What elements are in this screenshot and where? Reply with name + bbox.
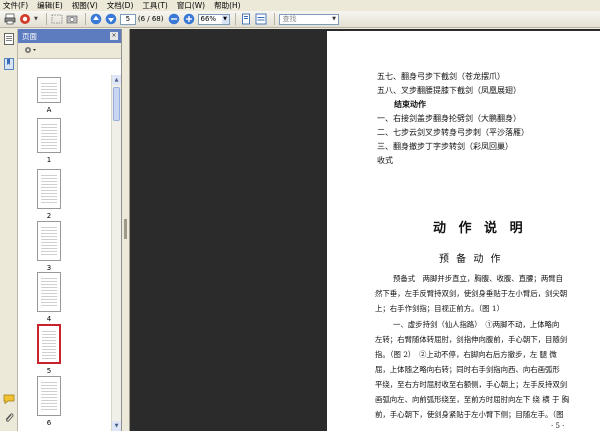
page-thumbnail[interactable] [37,272,61,312]
panel-splitter[interactable] [122,29,130,431]
scrollbar-thumb[interactable] [113,87,120,121]
page-thumbnail[interactable] [37,221,61,261]
pages-panel-tools [18,43,121,59]
attachment-icon[interactable] [3,412,15,424]
previous-page-icon[interactable] [90,13,102,25]
thumbnail-label: 6 [46,419,52,427]
snapshot-icon[interactable] [66,13,78,25]
document-view: 五七、翻身弓步下截剑（苍龙摆爪） 五八、叉步翻腰提膝下截剑（凤凰展翅） 结束动作… [130,29,600,431]
paragraph-line: 平绕，至右方时屈肘收至右额侧，手心朝上；左手反持双剑 [375,380,568,389]
options-icon[interactable] [24,45,38,57]
paragraph-line: 画弧向左、向前弧形绕至，至前方时屈肘向左下 绕 横 于 胸 [375,395,570,404]
bookmarks-icon[interactable] [3,58,15,70]
page-thumbnail-selected[interactable] [37,324,61,364]
pages-panel-title: 页面 [22,31,37,41]
thumbnails-scrollbar[interactable]: ▲ ▼ [111,75,121,431]
menu-tools[interactable]: 工具(T) [142,0,167,11]
paragraph-line: 屈，上体随之略向右转；同时右手剑指向西、向右画弧形 [375,365,560,374]
menu-file[interactable]: 文件(F) [3,0,28,11]
thumbnail-label: A [46,106,52,114]
paragraph-line: 预备式 两脚并步直立，胸腹、收腹、直腰；两臂自 [393,274,563,283]
zoom-in-icon[interactable] [183,13,195,25]
thumbnail-label: 1 [46,156,52,164]
thumbnail-preview [41,122,57,149]
thumbnail-label: 3 [46,264,52,272]
fit-width-icon[interactable] [255,13,267,25]
search-input[interactable]: 查找 ▼ [278,13,339,25]
thumbnail-preview [42,329,56,359]
toc-line: 三、翻身撤步丁字步转剑（彩凤回巢） [377,142,513,151]
thumbnail-preview [41,173,57,205]
select-tool-icon[interactable] [51,13,63,25]
paragraph-line: 上；右手作剑指；目视正前方。（图 1） [375,304,504,313]
menu-edit[interactable]: 编辑(E) [37,0,63,11]
toc-line: 五八、叉步翻腰提膝下截剑（凤凰展翅） [377,86,521,95]
search-placeholder: 查找 [282,14,297,23]
thumbnail-preview [41,380,57,412]
paragraph-line: 然下垂，左手反臂持双剑，使剑身垂贴于左小臂后，剑尖朝 [375,289,568,298]
menu-window[interactable]: 窗口(W) [177,0,205,11]
page-thumbnail[interactable] [37,77,61,103]
section-subtitle: 预 备 动 作 [439,254,503,265]
page-number: · 5 · [551,422,565,430]
thumbnail-preview [41,81,57,99]
toolbar-separator [234,13,236,25]
pages-icon[interactable] [3,33,15,45]
zoom-out-icon[interactable] [168,13,180,25]
chevron-down-icon[interactable]: ▼ [331,15,338,24]
fit-page-icon[interactable] [240,13,252,25]
thumbnail-label: 2 [46,212,52,220]
toolbar-separator [45,13,47,25]
close-icon[interactable]: × [110,32,118,40]
next-page-icon[interactable] [105,13,117,25]
menu-view[interactable]: 视图(V) [72,0,98,11]
toc-line: 二、七步云剑叉步转身弓步刺（平沙落雁） [377,128,529,137]
print-icon[interactable] [4,13,16,25]
page-number-input[interactable] [119,13,136,25]
pages-panel: 页面 × A 1 2 3 4 5 6 ▲ ▼ [18,29,122,431]
thumbnail-label: 4 [46,315,52,323]
scroll-up-icon[interactable]: ▲ [112,75,121,85]
scroll-down-icon[interactable]: ▼ [112,421,121,431]
toc-line: 收式 [377,156,393,165]
page-thumbnail[interactable] [37,118,61,153]
toolbar: ▼ (6 / 68) 66% ▼ 查找 ▼ [0,11,600,28]
page-thumbnail[interactable] [37,169,61,209]
section-title: 动 作 说 明 [433,221,527,236]
menu-document[interactable]: 文档(D) [107,0,134,11]
paragraph-line: 一、虚步持剑（仙人指路） ①两脚不动，上体略向 [393,320,560,329]
toc-line: 结束动作 [394,99,426,109]
paragraph-line: 前，手心朝下，使剑身紧贴于左小臂下侧；目随左手。（图 [375,410,564,419]
paragraph-line: 指。（图 2） ②上动不停，右脚向右后方撤步，左 腿 微 [375,350,557,359]
page-count: (6 / 68) [137,15,164,23]
thumbnail-preview [41,276,57,308]
splitter-grip[interactable] [124,219,127,239]
share-icon[interactable] [19,13,31,25]
thumbnail-label: 5 [46,367,52,375]
zoom-select[interactable]: 66% ▼ [197,13,230,25]
toc-line: 一、右接剑盖步翻身抡劈剑（大鹏翻身） [377,114,521,123]
pages-panel-header: 页面 × [18,29,121,43]
paragraph-line: 左转；右臂随体转屈肘，剑指伸向腹前，手心朝下，目随剑 [375,335,568,344]
toolbar-separator [273,13,275,25]
page-thumbnail[interactable] [37,376,61,416]
navigation-strip [0,29,18,431]
menu-bar: 文件(F) 编辑(E) 视图(V) 文档(D) 工具(T) 窗口(W) 帮助(H… [0,0,600,11]
zoom-value: 66% [200,14,217,23]
page-thumbnails: A 1 2 3 4 5 6 [18,75,112,431]
thumbnail-preview [41,225,57,257]
chevron-down-icon[interactable]: ▼ [221,14,229,24]
toc-line: 五七、翻身弓步下截剑（苍龙摆爪） [377,72,505,81]
share-dropdown-icon[interactable]: ▼ [34,16,38,22]
document-page: 五七、翻身弓步下截剑（苍龙摆爪） 五八、叉步翻腰提膝下截剑（凤凰展翅） 结束动作… [327,31,600,431]
menu-help[interactable]: 帮助(H) [214,0,241,11]
toolbar-separator [84,13,86,25]
comments-icon[interactable] [3,393,15,405]
